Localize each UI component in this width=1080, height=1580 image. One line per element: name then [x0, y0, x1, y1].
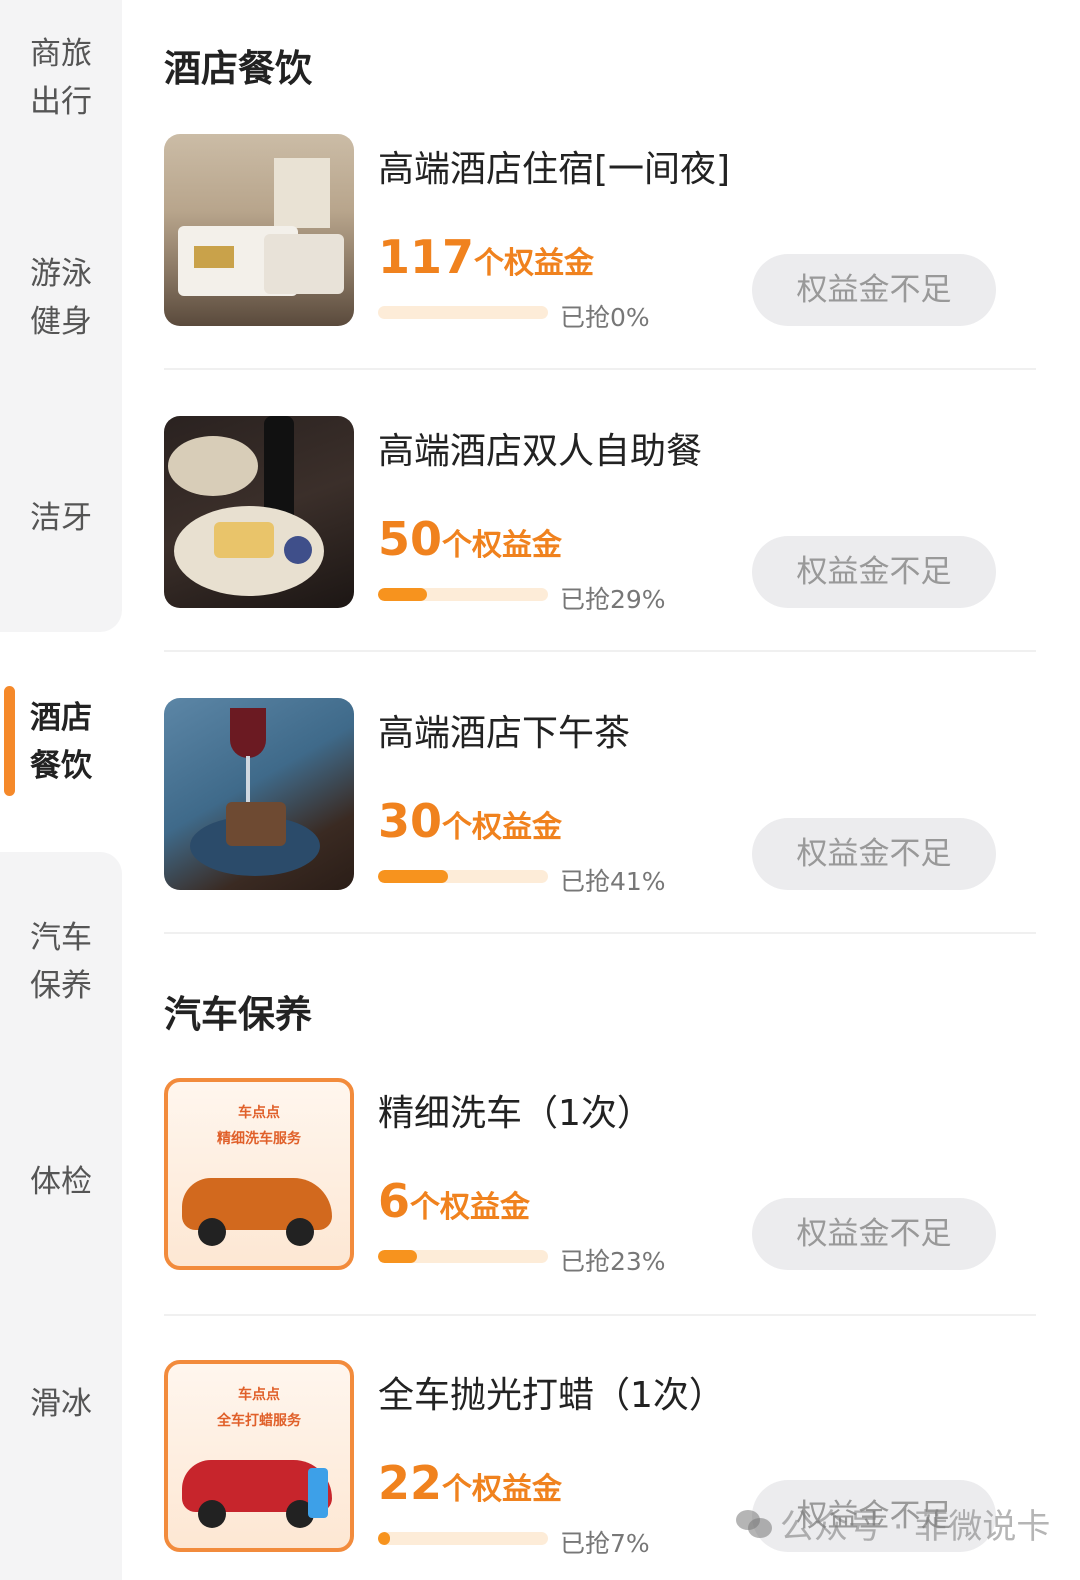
item-price: 6个权益金	[378, 1174, 530, 1228]
price-unit: 个权益金	[410, 1190, 531, 1225]
price-value: 30	[378, 794, 443, 848]
benefit-card[interactable]: 高端酒店住宿[一间夜] 117个权益金 已抢0% 权益金不足	[164, 134, 1036, 416]
claim-progress-text: 已抢0%	[560, 303, 650, 332]
item-name: 全车抛光打蜡（1次）	[378, 1375, 725, 1416]
car-wash-image: 车点点 精细洗车服务	[164, 1078, 354, 1270]
price-unit: 个权益金	[442, 1472, 563, 1507]
sidebar-item-swim-fitness[interactable]: 游泳 健身	[0, 250, 122, 346]
buffet-image	[164, 416, 354, 608]
item-price: 22个权益金	[378, 1456, 562, 1510]
watermark: 公众号 · 菲微说卡	[736, 1498, 1050, 1548]
claim-progress-bar	[378, 870, 548, 883]
price-unit: 个权益金	[474, 246, 595, 281]
claim-progress-bar	[378, 1250, 548, 1263]
item-price: 30个权益金	[378, 794, 562, 848]
item-price: 50个权益金	[378, 512, 562, 566]
price-unit: 个权益金	[442, 528, 563, 563]
thumb-caption-service: 精细洗车服务	[217, 1131, 301, 1147]
wechat-icon	[736, 1508, 772, 1538]
price-value: 22	[378, 1456, 443, 1510]
item-price: 117个权益金	[378, 230, 594, 284]
claim-progress-bar	[378, 588, 548, 601]
claim-progress-text: 已抢29%	[560, 585, 666, 614]
divider	[164, 1314, 1036, 1316]
benefit-list: 酒店餐饮 高端酒店住宿[一间夜] 117个权益金 已抢0% 权益金不足 高端酒店…	[122, 0, 1080, 1580]
insufficient-balance-button[interactable]: 权益金不足	[752, 1198, 996, 1270]
sidebar-item-health-check[interactable]: 体检	[0, 1158, 122, 1206]
item-name: 高端酒店住宿[一间夜]	[378, 149, 731, 190]
price-value: 6	[378, 1174, 411, 1228]
price-value: 50	[378, 512, 443, 566]
sidebar-item-business-travel[interactable]: 商旅 出行	[0, 30, 122, 126]
watermark-text: 公众号 · 菲微说卡	[780, 1506, 1051, 1547]
benefit-card[interactable]: 车点点 精细洗车服务 精细洗车（1次） 6个权益金 已抢23% 权益金不足	[164, 1078, 1036, 1360]
claim-progress-text: 已抢7%	[560, 1529, 650, 1558]
divider	[164, 932, 1036, 934]
benefit-card[interactable]: 高端酒店下午茶 30个权益金 已抢41% 权益金不足	[164, 698, 1036, 980]
claim-progress-text: 已抢23%	[560, 1247, 666, 1276]
sidebar-item-car-care[interactable]: 汽车 保养	[0, 914, 122, 1010]
item-name: 精细洗车（1次）	[378, 1093, 653, 1134]
price-unit: 个权益金	[442, 810, 563, 845]
insufficient-balance-button[interactable]: 权益金不足	[752, 254, 996, 326]
item-name: 高端酒店下午茶	[378, 713, 631, 754]
afternoon-tea-image	[164, 698, 354, 890]
benefit-card[interactable]: 高端酒店双人自助餐 50个权益金 已抢29% 权益金不足	[164, 416, 1036, 698]
thumb-caption-brand: 车点点	[238, 1387, 280, 1403]
category-sidebar: 商旅 出行 游泳 健身 洁牙 酒店 餐饮 汽车 保养 体检 滑冰	[0, 0, 122, 1580]
thumb-caption-brand: 车点点	[238, 1105, 280, 1121]
sidebar-item-teeth-cleaning[interactable]: 洁牙	[0, 494, 122, 542]
section-title-hotel-dining: 酒店餐饮	[164, 47, 312, 90]
insufficient-balance-button[interactable]: 权益金不足	[752, 818, 996, 890]
item-name: 高端酒店双人自助餐	[378, 431, 703, 472]
price-value: 117	[378, 230, 475, 284]
sidebar-item-skating[interactable]: 滑冰	[0, 1380, 122, 1428]
divider	[164, 368, 1036, 370]
hotel-room-image	[164, 134, 354, 326]
thumb-caption-service: 全车打蜡服务	[217, 1413, 301, 1429]
divider	[164, 650, 1036, 652]
claim-progress-text: 已抢41%	[560, 867, 666, 896]
claim-progress-bar	[378, 306, 548, 319]
insufficient-balance-button[interactable]: 权益金不足	[752, 536, 996, 608]
car-wax-image: 车点点 全车打蜡服务	[164, 1360, 354, 1552]
section-title-car-care: 汽车保养	[164, 993, 312, 1036]
sidebar-item-hotel-dining[interactable]: 酒店 餐饮	[0, 694, 122, 790]
claim-progress-bar	[378, 1532, 548, 1545]
